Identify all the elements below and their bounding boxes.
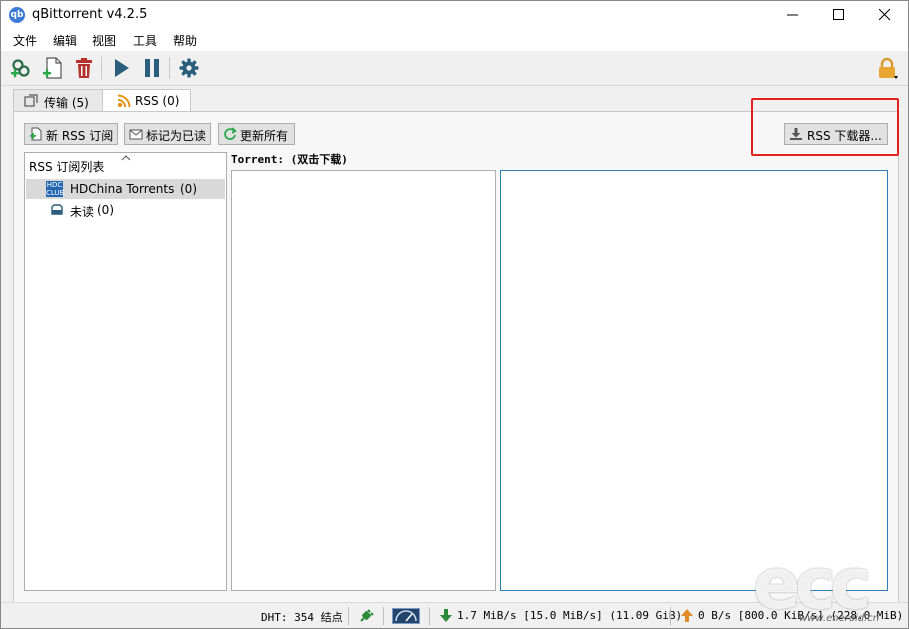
tab-rss[interactable]: RSS (0) [102,89,191,113]
add-torrent-file-icon [43,57,62,79]
feed-list-panel: RSS 订阅列表 HDC CLUB HDChina Torrents (0) 未读… [24,152,227,591]
tab-transfers-label: 传输 (5) [44,96,89,110]
toolbar-separator [101,57,102,79]
pause-icon [145,59,159,77]
add-torrent-file-button[interactable] [41,56,65,80]
connection-plug-icon[interactable] [358,608,374,624]
add-torrent-link-button[interactable] [10,56,34,80]
update-all-label: 更新所有 [240,129,289,143]
mark-as-read-label: 标记为已读 [146,129,207,143]
new-rss-subscription-label: 新 RSS 订阅 [46,129,114,143]
new-rss-subscription-button[interactable]: 新 RSS 订阅 [24,123,118,145]
delete-button[interactable] [72,56,96,80]
menu-view[interactable]: 视图 [90,32,118,49]
add-torrent-link-icon [11,59,30,78]
close-button[interactable] [862,1,908,29]
rss-content: 新 RSS 订阅 标记为已读 更新所有 RSS 下载器... RSS 订阅列表 … [13,111,899,603]
feed-name: 未读 [70,205,95,219]
hdchina-icon-text: HDC [46,181,63,189]
app-window: qb qBittorrent v4.2.5 文件 编辑 视图 工具 帮助 传输 … [0,0,909,629]
mark-read-mail-icon [129,129,143,140]
rss-icon [117,94,131,108]
refresh-icon [224,127,237,140]
menu-file[interactable]: 文件 [11,32,39,49]
mark-as-read-button[interactable]: 标记为已读 [124,123,211,145]
minimize-icon [787,14,798,16]
tab-transfers[interactable]: 传输 (5) [13,89,103,112]
upload-speed: 0 B/s [800.0 KiB/s] (228.0 MiB) [698,609,904,622]
menu-bar: 文件 编辑 视图 工具 帮助 [1,29,908,51]
new-subscription-icon [30,127,42,141]
pause-button[interactable] [140,56,164,80]
sort-up-icon [121,155,131,161]
download-speed: 1.7 MiB/s [15.0 MiB/s] (11.09 GiB) [457,609,683,622]
inbox-icon [51,204,63,215]
resume-button[interactable] [109,56,133,80]
torrent-list-header: Torrent: (双击下载) [231,153,348,166]
options-gear-icon [179,58,199,78]
download-speed-icon [440,609,452,622]
dht-status: DHT: 354 结点 [261,611,343,624]
status-separator [383,607,384,625]
upload-speed-icon [681,609,693,622]
resume-icon [115,59,129,77]
transfer-icon [24,94,38,107]
hdchina-feed-icon: HDC CLUB [46,181,65,197]
menu-tools[interactable]: 工具 [131,32,159,49]
options-button[interactable] [177,56,201,80]
lock-icon [879,57,898,79]
highlight-annotation-box [751,98,899,156]
delete-icon [76,58,92,78]
minimize-button[interactable] [770,1,816,29]
feed-item-hdchina[interactable]: HDC CLUB HDChina Torrents (0) [26,179,225,199]
status-separator [429,607,430,625]
speed-limit-icon[interactable] [392,608,420,624]
menu-edit[interactable]: 编辑 [51,32,79,49]
window-title: qBittorrent v4.2.5 [32,7,148,22]
maximize-button[interactable] [816,1,862,29]
feed-item-unread[interactable]: 未读 (0) [26,200,225,220]
title-bar[interactable]: qb qBittorrent v4.2.5 [1,1,908,29]
torrent-list-panel[interactable] [231,170,496,591]
feed-name: HDChina Torrents [70,182,175,196]
tab-rss-label: RSS (0) [135,94,180,108]
close-icon [879,9,891,21]
lock-button[interactable] [875,56,899,80]
toolbar [1,51,908,86]
status-bar: DHT: 354 结点 1.7 MiB/s [15.0 MiB/s] (11.0… [1,602,908,628]
feed-list-header[interactable]: RSS 订阅列表 [29,158,104,175]
app-logo-icon: qb [9,7,25,23]
status-separator [670,607,671,625]
feed-count: (0) [180,182,197,196]
feed-count: (0) [97,203,114,217]
status-separator [348,607,349,625]
article-details-panel[interactable] [500,170,888,591]
maximize-icon [833,9,844,20]
update-all-button[interactable]: 更新所有 [218,123,295,145]
toolbar-separator [169,57,170,79]
menu-help[interactable]: 帮助 [171,32,199,49]
